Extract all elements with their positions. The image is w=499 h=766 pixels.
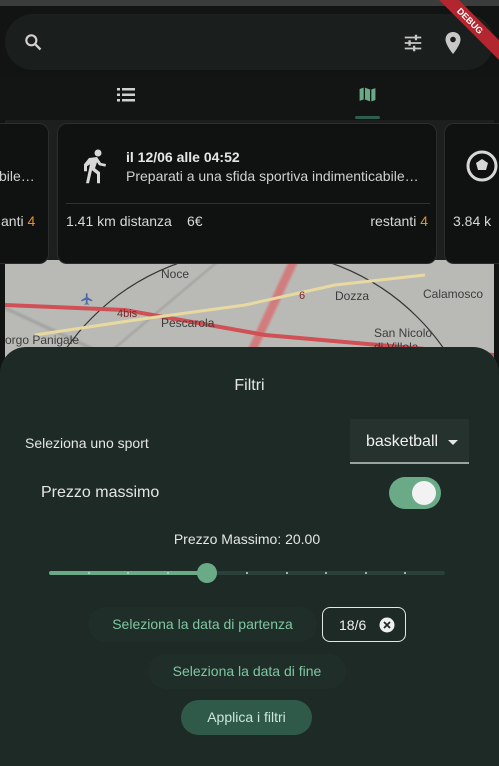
map-label-calamosco: Calamosco (423, 287, 484, 301)
clear-icon[interactable] (379, 617, 395, 633)
price-slider-label: Prezzo Massimo: 20.00 (173, 531, 321, 547)
running-person-icon (84, 149, 106, 184)
card-divider (66, 203, 430, 204)
card-remaining-label: anti (1, 213, 24, 229)
card-price: 6€ (187, 213, 203, 229)
map-label-dozza: Dozza (335, 289, 370, 303)
filter-sheet-title: Filtri (234, 377, 265, 394)
map-label-san-nicolo: San Nicolò (374, 326, 433, 340)
start-date-button[interactable]: Seleziona la data di partenza (88, 607, 317, 642)
slider-tick (404, 572, 407, 574)
search-icon[interactable] (23, 32, 43, 52)
list-icon[interactable] (117, 88, 135, 102)
card-distance: 1.41 km distanza (66, 213, 172, 229)
sport-dropdown-value: basketball (366, 433, 439, 450)
map-icon[interactable] (358, 85, 377, 104)
card-remaining: restanti 4 (370, 213, 428, 229)
max-price-label: Prezzo massimo (41, 484, 160, 501)
max-price-toggle[interactable] (389, 477, 441, 509)
card-remaining: anti 4 (1, 213, 35, 229)
sport-label: Seleziona uno sport (25, 435, 149, 451)
card-subtitle: bile… (0, 168, 35, 184)
soccer-ball-icon (466, 150, 498, 182)
card-distance: 3.84 k (453, 213, 492, 229)
card-remaining-count: 4 (420, 213, 428, 229)
start-date-chip[interactable]: 18/6 (322, 607, 406, 642)
map-label-road-6: 6 (299, 290, 306, 302)
active-tab-indicator (355, 116, 380, 119)
map-label-noce: Noce (161, 267, 190, 281)
dropdown-arrow-icon (448, 440, 458, 445)
apply-filters-button[interactable]: Applica i filtri (181, 700, 312, 735)
slider-tick (285, 572, 288, 574)
slider-tick (246, 572, 248, 574)
view-tabs (0, 74, 499, 120)
map-label-borgo-panigale: orgo Panigale (5, 333, 80, 347)
card-subtitle: Preparati a una sfida sportiva indimenti… (126, 168, 419, 184)
price-slider-track[interactable] (49, 571, 445, 575)
slider-tick (166, 572, 169, 574)
tune-icon[interactable] (402, 32, 424, 54)
card-title: il 12/06 alle 04:52 (126, 149, 240, 165)
slider-tick (87, 572, 90, 574)
slider-tick (364, 572, 367, 574)
event-card-left[interactable]: bile… anti 4 (0, 123, 49, 264)
start-date-value: 18/6 (339, 617, 367, 633)
sport-dropdown[interactable]: basketball (350, 419, 469, 464)
search-bar[interactable] (5, 14, 494, 70)
airport-icon (81, 293, 93, 305)
location-pin-icon[interactable] (444, 31, 462, 55)
map-label-road-4bis: 4bis (117, 308, 138, 320)
event-card-center[interactable]: il 12/06 alle 04:52 Preparati a una sfid… (57, 123, 437, 264)
slider-tick (325, 572, 328, 574)
card-remaining-label: restanti (370, 213, 417, 229)
end-date-button[interactable]: Seleziona la data di fine (148, 654, 346, 689)
map-label-pescarola: Pescarola (161, 316, 215, 330)
toggle-knob (412, 481, 436, 505)
card-remaining-count: 4 (27, 213, 36, 229)
event-card-right[interactable]: 3.84 k (444, 123, 499, 264)
status-bar (0, 0, 499, 6)
